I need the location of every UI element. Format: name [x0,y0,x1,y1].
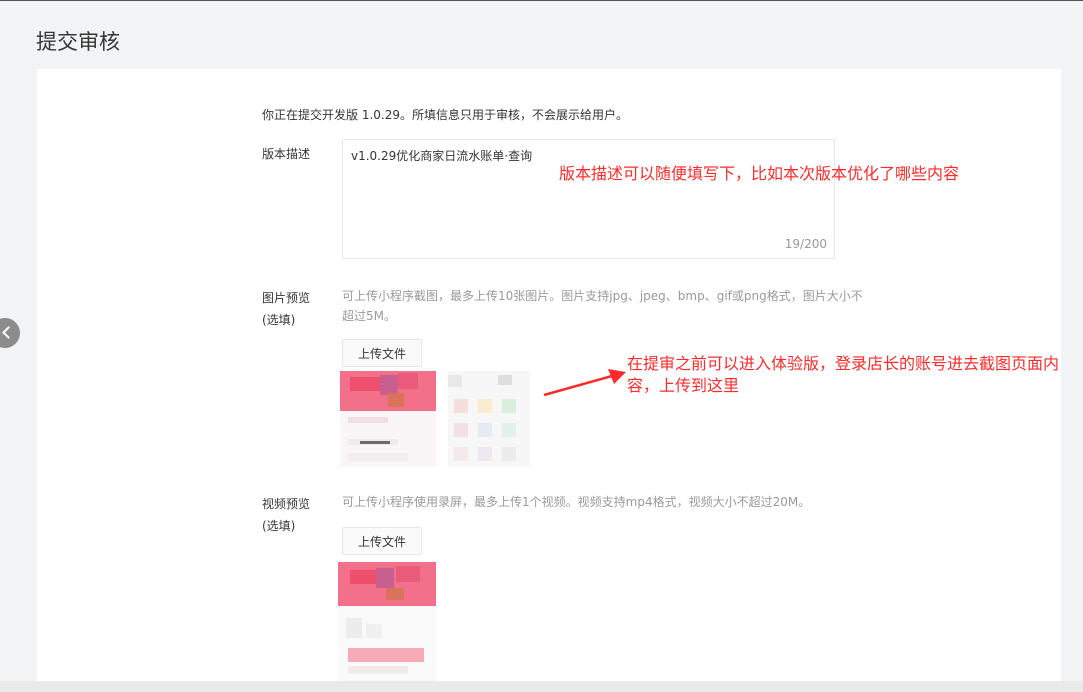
video-preview-label-optional: (选填) [262,519,296,533]
image-preview-label: 图片预览 (选填) [262,288,310,330]
version-desc-textarea[interactable]: v1.0.29优化商家日流水账单·查询 19/200 [342,139,835,259]
video-upload-button[interactable]: 上传文件 [342,527,422,555]
image-preview-hint-line2: 超过5M。 [342,309,396,323]
page-title: 提交审核 [36,30,120,54]
version-desc-value: v1.0.29优化商家日流水账单·查询 [351,149,533,163]
uploaded-image-thumb[interactable] [340,371,436,467]
top-border [0,0,1083,1]
version-desc-counter: 19/200 [784,237,827,251]
form-intro: 你正在提交开发版 1.0.29。所填信息只用于审核，不会展示给用户。 [262,108,628,122]
screenshot-annotation-line2: 容，上传到这里 [627,376,740,395]
image-preview-label-optional: (选填) [262,313,296,327]
prev-nav-button[interactable] [0,318,20,348]
screenshot-annotation: 在提审之前可以进入体验版，登录店长的账号进去截图页面内 容，上传到这里 [627,353,1059,397]
video-preview-hint: 可上传小程序使用录屏，最多上传1个视频。视频支持mp4格式，视频大小不超过20M… [342,495,811,509]
version-desc-label: 版本描述 [262,147,311,161]
desc-annotation: 版本描述可以随便填写下，比如本次版本优化了哪些内容 [559,164,960,183]
screenshot-annotation-line1: 在提审之前可以进入体验版，登录店长的账号进去截图页面内 [627,354,1060,373]
image-preview-label-title: 图片预览 [262,291,311,305]
image-preview-hint-line1: 可上传小程序截图，最多上传10张图片。图片支持jpg、jpeg、bmp、gif或… [342,289,863,303]
annotation-arrow-icon [543,369,626,397]
uploaded-image-thumb[interactable] [448,371,530,467]
video-preview-label: 视频预览 (选填) [262,494,310,536]
image-upload-button[interactable]: 上传文件 [342,339,422,367]
chevron-left-icon [2,326,15,339]
bottom-scroll-area [0,681,1083,692]
uploaded-video-thumb[interactable] [338,562,436,681]
video-preview-label-title: 视频预览 [262,497,311,511]
image-preview-hint: 可上传小程序截图，最多上传10张图片。图片支持jpg、jpeg、bmp、gif或… [342,286,863,326]
